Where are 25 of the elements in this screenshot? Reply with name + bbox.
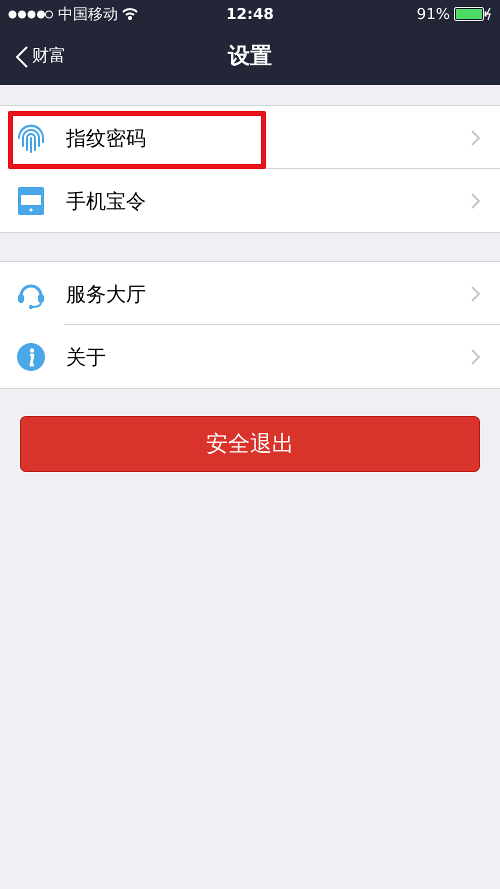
signal-icon — [8, 10, 54, 18]
status-time: 12:48 — [226, 4, 274, 25]
page-title: 设置 — [228, 43, 272, 71]
settings-row[interactable]: 服务大厅 — [0, 262, 500, 325]
row-label: 手机宝令 — [66, 188, 147, 214]
wifi-icon — [122, 8, 138, 20]
back-chevron-icon — [16, 46, 28, 68]
chevron-icon — [471, 348, 480, 364]
logout-button[interactable]: 安全退出 — [20, 416, 480, 472]
chevron-icon — [471, 192, 480, 208]
battery-icon — [454, 7, 492, 21]
battery-percent: 91% — [416, 4, 450, 25]
info-icon — [16, 342, 46, 372]
chevron-icon — [471, 130, 480, 146]
row-label: 服务大厅 — [66, 280, 147, 308]
settings-row[interactable]: 关于 — [0, 325, 500, 388]
fingerprint-icon — [16, 122, 46, 154]
back-button[interactable]: 财富 — [16, 44, 66, 70]
carrier-name: 中国移动 — [58, 4, 118, 25]
token-device-icon — [17, 186, 45, 216]
row-label: 指纹密码 — [66, 124, 147, 152]
row-label: 关于 — [66, 344, 107, 370]
settings-row[interactable]: 手机宝令 — [0, 169, 500, 232]
chevron-icon — [471, 286, 480, 302]
settings-row[interactable]: 指纹密码 — [0, 106, 500, 169]
